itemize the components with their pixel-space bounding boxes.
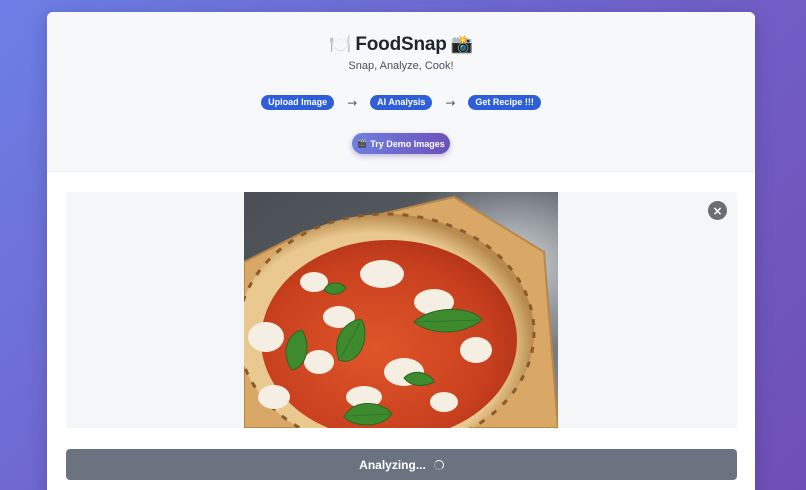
app-header: 🍽️ FoodSnap 📸 Snap, Analyze, Cook! Uploa…	[47, 12, 755, 172]
plate-icon: 🍽️	[328, 34, 352, 55]
camera-icon: 📸	[450, 34, 474, 55]
close-icon[interactable]: ×	[708, 201, 727, 220]
clapperboard-icon: 🎬	[357, 139, 368, 148]
pizza-illustration	[244, 192, 558, 428]
app-title-text: FoodSnap	[355, 34, 447, 55]
spinner-icon	[433, 459, 444, 470]
analyze-button[interactable]: Analyzing...	[66, 449, 737, 480]
app-title: 🍽️ FoodSnap 📸	[47, 32, 755, 58]
workflow-steps: Upload Image → AI Analysis → Get Recipe …	[47, 95, 755, 110]
arrow-right-icon: →	[347, 95, 358, 110]
try-demo-images-label: Try Demo Images	[370, 138, 445, 149]
try-demo-images-button[interactable]: 🎬 Try Demo Images	[352, 133, 450, 154]
main-card: 🍽️ FoodSnap 📸 Snap, Analyze, Cook! Uploa…	[47, 12, 755, 490]
step-get-recipe: Get Recipe !!!	[468, 95, 541, 110]
step-ai-analysis: AI Analysis	[370, 95, 433, 110]
image-preview: ×	[66, 192, 737, 428]
analyze-button-label: Analyzing...	[359, 457, 426, 472]
arrow-right-icon: →	[445, 95, 456, 110]
uploaded-food-image	[244, 192, 558, 428]
app-subtitle: Snap, Analyze, Cook!	[348, 60, 454, 72]
step-upload-image: Upload Image	[261, 95, 335, 110]
